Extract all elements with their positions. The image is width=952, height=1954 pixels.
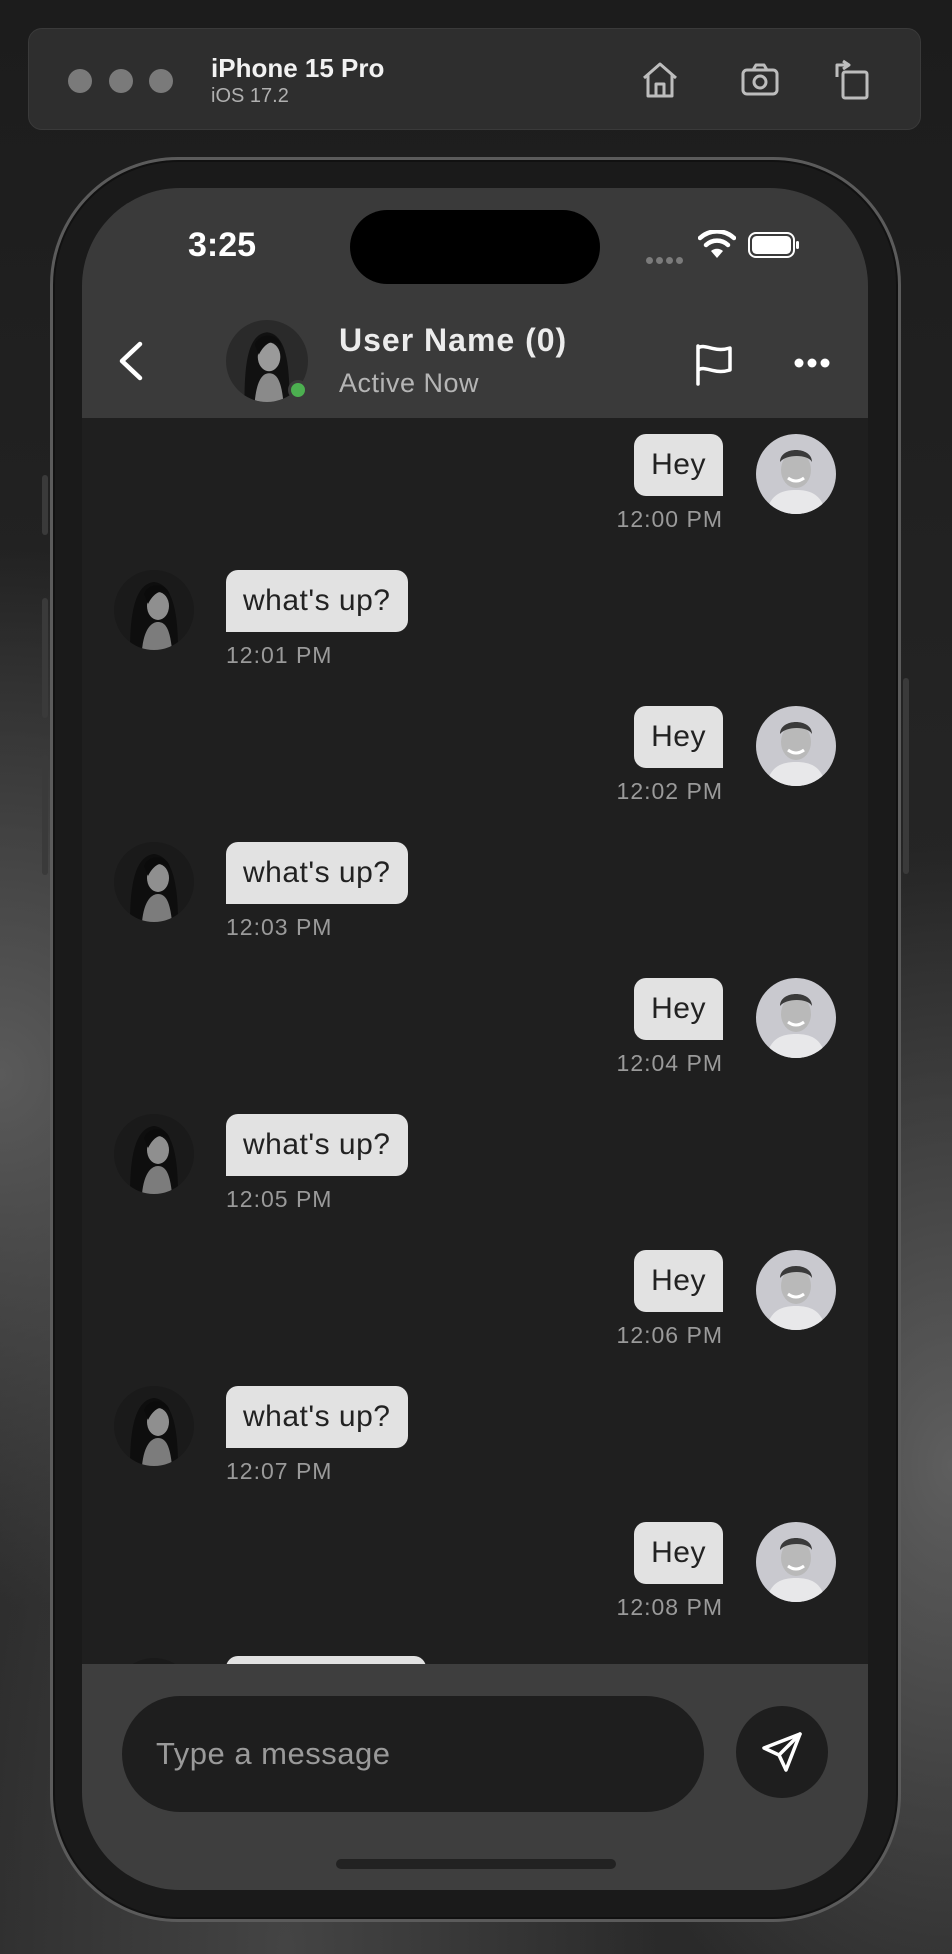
message-timestamp: 12:05 PM — [226, 1186, 333, 1212]
home-indicator — [336, 1859, 616, 1869]
more-options-button[interactable] — [792, 348, 832, 378]
incoming-message-bubble[interactable]: what's up? — [226, 1386, 408, 1448]
recipient-avatar[interactable] — [114, 570, 194, 650]
message-timestamp: 12:06 PM — [616, 1322, 723, 1348]
chat-header: User Name (0) Active Now — [82, 308, 868, 418]
window-dot-close[interactable] — [68, 69, 92, 93]
sender-avatar[interactable] — [756, 1522, 836, 1602]
message-timestamp: 12:04 PM — [616, 1050, 723, 1076]
message-input[interactable] — [122, 1696, 704, 1812]
battery-icon — [748, 232, 800, 258]
home-icon[interactable] — [637, 57, 683, 103]
incoming-message-bubble[interactable]: what's up? — [226, 842, 408, 904]
message-timestamp: 12:08 PM — [616, 1594, 723, 1620]
wifi-icon — [697, 229, 737, 260]
message-timestamp: 12:01 PM — [226, 642, 333, 668]
flag-icon — [696, 344, 732, 386]
send-icon — [762, 1732, 802, 1772]
recipient-avatar[interactable] — [114, 842, 194, 922]
message-timestamp: 12:02 PM — [616, 778, 723, 804]
status-time: 3:25 — [188, 226, 257, 264]
window-dot-zoom[interactable] — [149, 69, 173, 93]
incoming-message-bubble[interactable]: what's up? — [226, 1114, 408, 1176]
back-button[interactable] — [110, 336, 154, 386]
volume-up-button — [42, 598, 48, 718]
sender-avatar[interactable] — [756, 706, 836, 786]
report-button[interactable] — [692, 340, 736, 388]
outgoing-message-bubble[interactable]: Hey — [634, 1250, 723, 1312]
contact-avatar[interactable] — [226, 320, 308, 402]
outgoing-message-bubble[interactable]: Hey — [634, 978, 723, 1040]
message-list[interactable]: Hey 12:00 PM what's up? 12:01 PM Hey 12:02 PM… — [82, 418, 868, 1664]
window-dot-minimize[interactable] — [109, 69, 133, 93]
sender-avatar[interactable] — [756, 978, 836, 1058]
simulator-toolbar: iPhone 15 Pro iOS 17.2 — [28, 28, 921, 130]
os-version: iOS 17.2 — [211, 85, 289, 107]
incoming-message-bubble-partial[interactable] — [226, 1656, 426, 1664]
device-name: iPhone 15 Pro — [211, 53, 385, 83]
composer-bar — [82, 1664, 868, 1890]
screenshot-icon[interactable] — [737, 57, 783, 103]
sender-avatar[interactable] — [756, 1250, 836, 1330]
message-timestamp: 12:00 PM — [616, 506, 723, 532]
message-timestamp: 12:07 PM — [226, 1458, 333, 1484]
phone-screen: 3:25 User Name (0) Active Now Hey 12:00 … — [82, 188, 868, 1890]
contact-status: Active Now — [339, 368, 480, 398]
send-button[interactable] — [736, 1706, 828, 1798]
incoming-message-bubble[interactable]: what's up? — [226, 570, 408, 632]
outgoing-message-bubble[interactable]: Hey — [634, 706, 723, 768]
recipient-avatar[interactable] — [114, 1386, 194, 1466]
cellular-signal-icon — [646, 251, 686, 269]
message-timestamp: 12:03 PM — [226, 914, 333, 940]
power-button — [903, 678, 909, 874]
outgoing-message-bubble[interactable]: Hey — [634, 1522, 723, 1584]
dynamic-island — [350, 210, 600, 284]
online-indicator — [288, 380, 308, 400]
action-button — [42, 475, 48, 535]
outgoing-message-bubble[interactable]: Hey — [634, 434, 723, 496]
chevron-left-icon — [119, 341, 143, 381]
volume-down-button — [42, 755, 48, 875]
sender-avatar[interactable] — [756, 434, 836, 514]
rotate-icon[interactable] — [829, 57, 875, 103]
recipient-avatar[interactable] — [114, 1114, 194, 1194]
contact-name: User Name (0) — [339, 322, 568, 358]
ellipsis-icon — [794, 358, 830, 368]
